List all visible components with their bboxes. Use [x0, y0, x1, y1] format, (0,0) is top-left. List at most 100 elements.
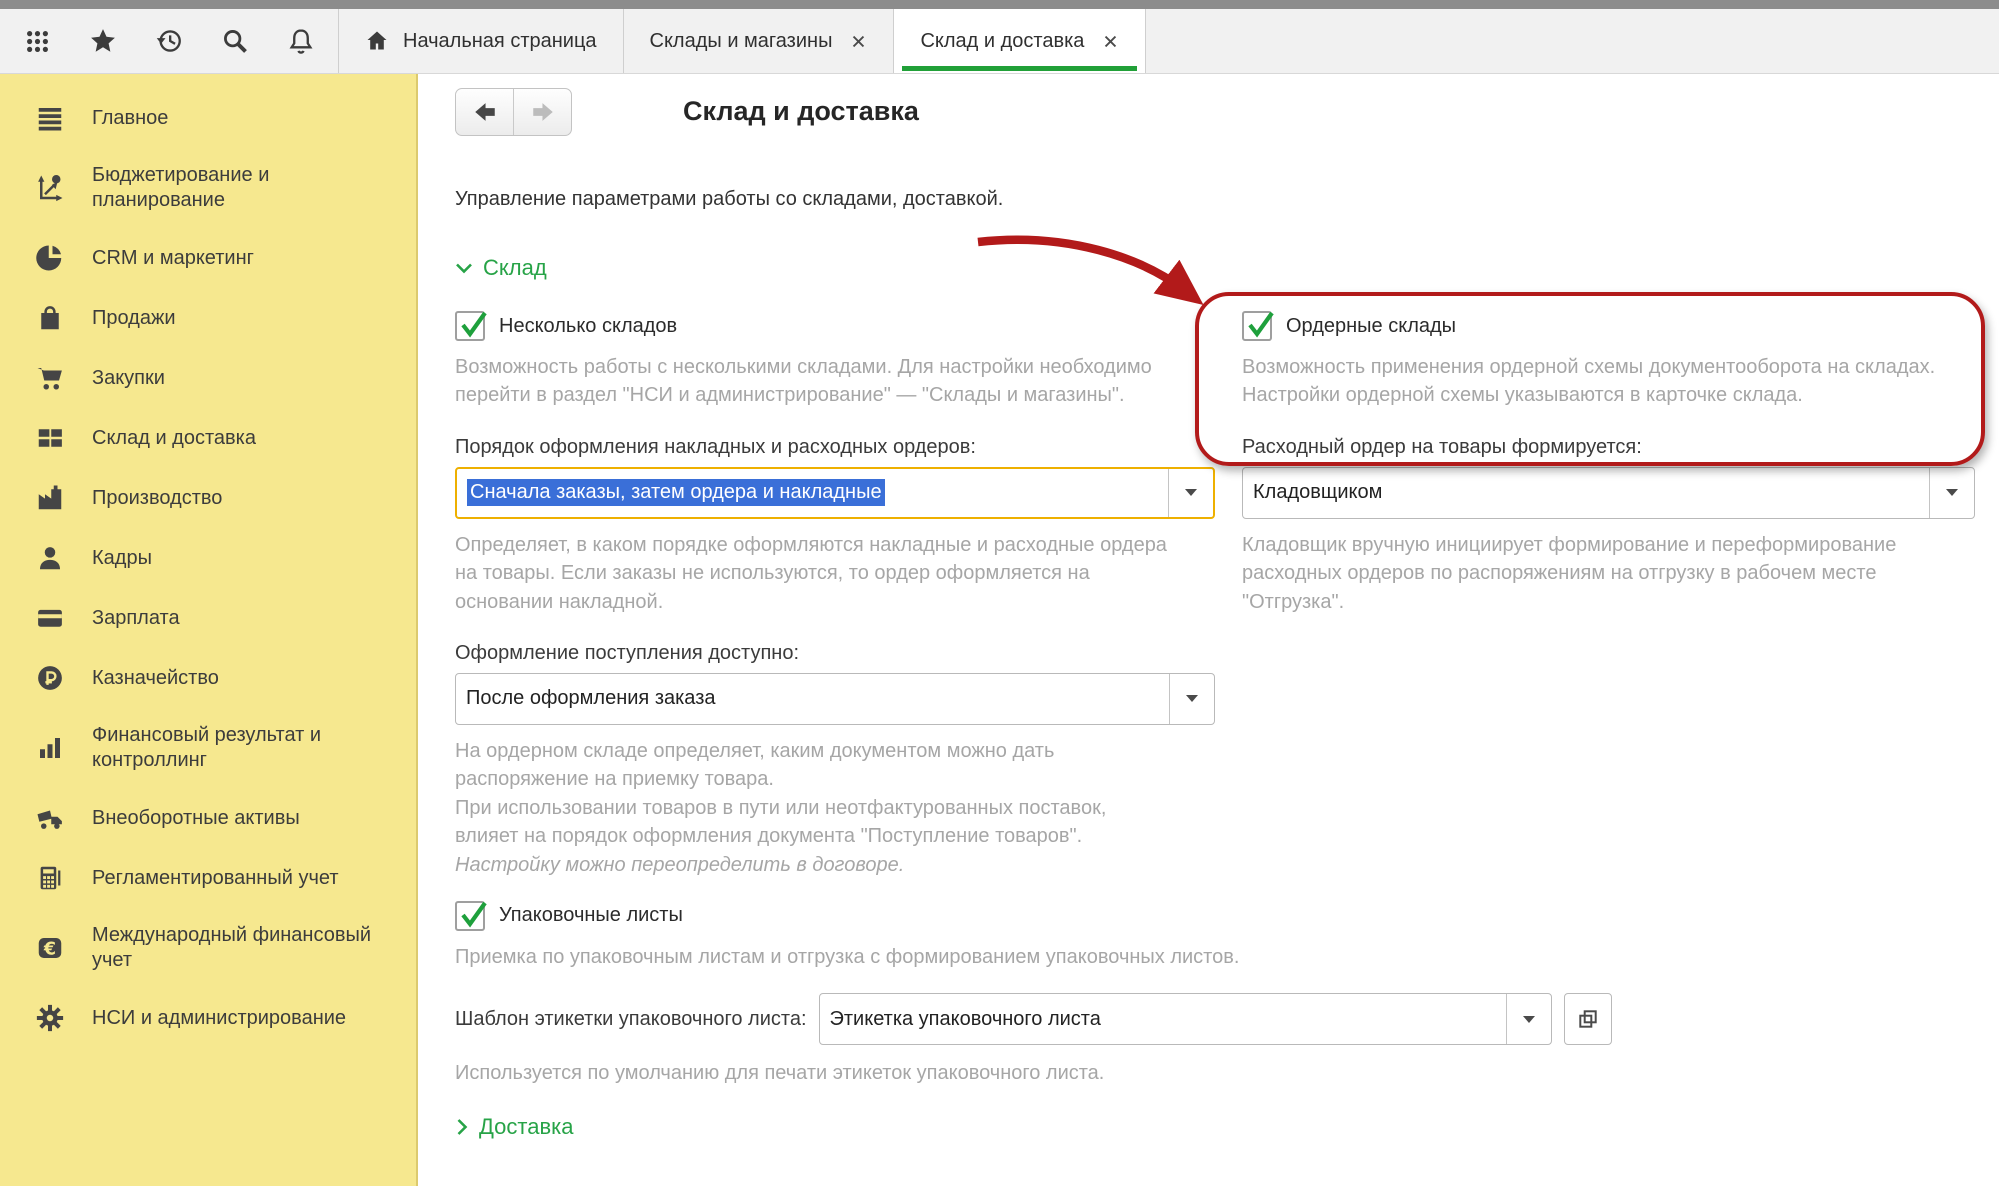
tab-label: Склад и доставка [920, 30, 1084, 53]
checkbox-icon [455, 901, 485, 931]
sidebar-item-purchases[interactable]: Закупки [0, 348, 416, 408]
home-icon [365, 29, 389, 53]
crm-icon [30, 243, 70, 273]
sidebar-item-assets[interactable]: Внеоборотные активы [0, 788, 416, 848]
open-template-button[interactable] [1564, 993, 1612, 1045]
tab-sklady-i-magaziny[interactable]: Склады и магазины [623, 9, 894, 73]
sidebar-item-glavnoe[interactable]: Главное [0, 88, 416, 148]
sidebar-item-sales[interactable]: Продажи [0, 288, 416, 348]
app-window: Начальная страница Склады и магазины Скл… [0, 0, 1999, 1186]
receipt-available-select[interactable]: После оформления заказа [455, 673, 1215, 725]
expense-order-description: Кладовщик вручную инициирует формировани… [1242, 531, 1942, 616]
forward-arrow-icon [530, 99, 556, 125]
sidebar-list: Главное Бюджетирование и планирование CR… [0, 74, 416, 1048]
search-icon [221, 27, 249, 55]
settings-grid: Несколько складов Возможность работы с н… [455, 295, 1999, 879]
label-template-description: Используется по умолчанию для печати эти… [455, 1059, 1955, 1087]
sidebar-item-crm[interactable]: CRM и маркетинг [0, 228, 416, 288]
warehouse-icon [30, 423, 70, 453]
international-icon [30, 933, 70, 963]
checkbox-icon [1242, 311, 1272, 341]
back-arrow-icon [472, 99, 498, 125]
window-top-strip [0, 0, 1999, 9]
sales-icon [30, 303, 70, 333]
nav-buttons [455, 88, 572, 136]
section-sklad-toggle[interactable]: Склад [455, 255, 1999, 281]
receipt-available-description: На ордерном складе определяет, каким док… [455, 737, 1175, 851]
star-icon [89, 27, 117, 55]
sidebar-item-finresult[interactable]: Финансовый результат и контроллинг [0, 708, 416, 788]
hr-icon [30, 543, 70, 573]
notifications-button[interactable] [268, 9, 334, 73]
label-template-label: Шаблон этикетки упаковочного листа: [455, 1008, 807, 1031]
sidebar-item-regulated[interactable]: Регламентированный учет [0, 848, 416, 908]
finance-result-icon [30, 733, 70, 763]
menu-icon [30, 103, 70, 133]
back-button[interactable] [456, 89, 513, 135]
order-warehouses-checkbox[interactable]: Ордерные склады [1242, 311, 1984, 341]
sidebar-item-treasury[interactable]: Казначейство [0, 648, 416, 708]
receipt-available-label: Оформление поступления доступно: [455, 642, 1220, 665]
selected-value: Этикетка упаковочного листа [820, 994, 1506, 1044]
regulated-icon [30, 863, 70, 893]
multi-warehouse-checkbox[interactable]: Несколько складов [455, 311, 1220, 341]
multi-warehouse-description: Возможность работы с несколькими складам… [455, 353, 1175, 410]
apps-icon [24, 28, 51, 55]
page-title: Склад и доставка [683, 96, 919, 127]
checkbox-label: Ордерные склады [1286, 315, 1456, 338]
packing-lists-checkbox[interactable]: Упаковочные листы [455, 901, 1999, 931]
checkbox-label: Несколько складов [499, 315, 677, 338]
chevron-down-icon[interactable] [1929, 468, 1974, 518]
close-icon[interactable] [850, 33, 867, 50]
selected-value: Кладовщиком [1243, 468, 1929, 518]
selected-value: После оформления заказа [456, 674, 1169, 724]
production-icon [30, 483, 70, 513]
section-title: Доставка [479, 1114, 573, 1140]
order-sequence-description: Определяет, в каком порядке оформляются … [455, 531, 1175, 616]
tab-bar: Начальная страница Склады и магазины Скл… [0, 9, 1999, 74]
tabbar-filler [1145, 9, 1999, 73]
bell-icon [287, 27, 315, 55]
chevron-down-icon[interactable] [1169, 674, 1214, 724]
favorites-button[interactable] [70, 9, 136, 73]
receipt-available-note: Настройку можно переопределить в договор… [455, 851, 1175, 879]
sidebar-item-international[interactable]: Международный финансовый учет [0, 908, 416, 988]
salary-icon [30, 603, 70, 633]
checkbox-icon [455, 311, 485, 341]
chevron-down-icon[interactable] [1168, 469, 1213, 517]
sidebar-item-salary[interactable]: Зарплата [0, 588, 416, 648]
tab-home[interactable]: Начальная страница [338, 9, 623, 73]
search-button[interactable] [202, 9, 268, 73]
close-icon[interactable] [1102, 33, 1119, 50]
selected-value: Сначала заказы, затем ордера и накладные [467, 479, 885, 506]
history-button[interactable] [136, 9, 202, 73]
label-template-row: Шаблон этикетки упаковочного листа: Этик… [455, 993, 1999, 1045]
expense-order-label: Расходный ордер на товары формируется: [1242, 436, 1984, 459]
sidebar-item-production[interactable]: Производство [0, 468, 416, 528]
open-icon [1577, 1008, 1599, 1030]
section-delivery-toggle[interactable]: Доставка [455, 1114, 1999, 1140]
purchases-icon [30, 363, 70, 393]
treasury-icon [30, 663, 70, 693]
sidebar-item-budgeting[interactable]: Бюджетирование и планирование [0, 148, 416, 228]
checkbox-label: Упаковочные листы [499, 904, 683, 927]
sidebar-item-warehouse[interactable]: Склад и доставка [0, 408, 416, 468]
order-sequence-label: Порядок оформления накладных и расходных… [455, 436, 1220, 459]
forward-button[interactable] [513, 89, 571, 135]
expense-order-select[interactable]: Кладовщиком [1242, 467, 1975, 519]
section-title: Склад [483, 255, 547, 281]
history-icon [155, 27, 183, 55]
tab-sklad-i-dostavka[interactable]: Склад и доставка [893, 9, 1145, 73]
chevron-down-icon[interactable] [1506, 994, 1551, 1044]
sidebar-item-hr[interactable]: Кадры [0, 528, 416, 588]
order-sequence-select[interactable]: Сначала заказы, затем ордера и накладные [455, 467, 1215, 519]
apps-menu-button[interactable] [4, 9, 70, 73]
label-template-field[interactable]: Этикетка упаковочного листа [819, 993, 1552, 1045]
page-subtitle: Управление параметрами работы со складам… [455, 188, 1999, 211]
quick-toolbar [0, 9, 338, 73]
sidebar-item-nsi[interactable]: НСИ и администрирование [0, 988, 416, 1048]
chevron-down-icon [455, 261, 473, 275]
chevron-right-icon [455, 1118, 469, 1136]
tab-label: Начальная страница [403, 30, 597, 53]
admin-icon [30, 1003, 70, 1033]
